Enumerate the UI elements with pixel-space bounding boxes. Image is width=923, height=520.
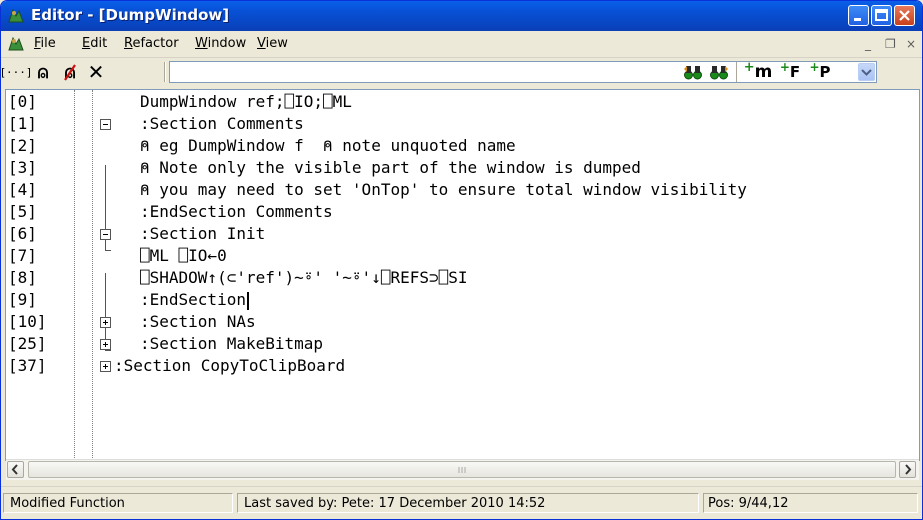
search-dropdown-button[interactable] (858, 63, 875, 81)
toolbar-separator-2 (736, 62, 738, 82)
editor-window: Editor - [DumpWindow] File Edit Refactor… (0, 0, 923, 520)
comment-button[interactable]: ⍝ (33, 61, 53, 83)
grip-icon (458, 467, 466, 473)
window-title: Editor - [DumpWindow] (31, 6, 230, 24)
line-number: [6] (8, 224, 37, 243)
code-line: [4] ⍝ you may need to set 'OnTop' to ens… (6, 180, 911, 200)
code-editor[interactable]: [0] DumpWindow ref;⎕IO;⎕ML [1] :Section … (5, 89, 920, 461)
plus-icon: + (779, 60, 790, 74)
delete-button[interactable]: ✕ (85, 60, 107, 84)
line-number: [7] (8, 246, 37, 265)
line-number: [3] (8, 158, 37, 177)
line-number: [2] (8, 136, 37, 155)
code-line: [2] ⍝ eg DumpWindow f ⍝ note unquoted na… (6, 136, 911, 156)
scroll-thumb[interactable] (28, 461, 896, 478)
line-text: :Section Init (140, 224, 266, 243)
new-property-button[interactable]: + P (807, 60, 833, 83)
code-line: [5] :EndSection Comments (6, 202, 911, 222)
toolbar-separator (164, 62, 166, 82)
code-line: [25] :Section MakeBitmap (6, 334, 911, 354)
mdi-minimize-button[interactable]: _ (865, 37, 871, 51)
binoculars-next-icon (710, 66, 728, 80)
code-line: [1] :Section Comments (6, 114, 911, 134)
line-text: ⎕ML ⎕IO←0 (140, 246, 227, 265)
editor-menu-icon[interactable] (7, 35, 25, 53)
status-position: Pos: 9/44,12 (703, 493, 918, 513)
code-line: [6] :Section Init (6, 224, 911, 244)
format-button[interactable]: [···] (1, 61, 33, 83)
status-bar: Modified Function Last saved by: Pete: 1… (1, 486, 922, 519)
expand-icon[interactable] (100, 317, 111, 328)
strike-icon (64, 64, 76, 81)
chevron-right-icon (905, 464, 912, 475)
binoculars-prev-icon (684, 66, 702, 80)
expand-icon[interactable] (100, 361, 111, 372)
line-text: ⍝ eg DumpWindow f ⍝ note unquoted name (140, 136, 516, 155)
line-number: [8] (8, 268, 37, 287)
menu-bar: File Edit Refactor Window View _ ❐ × (1, 31, 922, 58)
title-bar[interactable]: Editor - [DumpWindow] (1, 1, 922, 31)
mdi-restore-button[interactable]: ❐ (885, 37, 896, 51)
line-text: :Section NAs (140, 312, 256, 331)
new-function-button[interactable]: + F (777, 60, 803, 83)
toolbar: [···] ⍝ ⍝ ✕ (1, 58, 922, 87)
maximize-button[interactable] (871, 5, 892, 26)
line-text: ⍝ you may need to set 'OnTop' to ensure … (140, 180, 747, 199)
new-method-button[interactable]: + m (743, 59, 773, 83)
menu-window[interactable]: Window (195, 36, 246, 51)
code-line: [37] :Section CopyToClipBoard (6, 356, 911, 376)
scroll-left-button[interactable] (7, 461, 24, 478)
menu-file[interactable]: File (34, 36, 56, 51)
line-number: [1] (8, 114, 37, 133)
plus-icon: + (809, 60, 820, 74)
menu-view[interactable]: View (257, 36, 288, 51)
menu-edit[interactable]: Edit (82, 36, 107, 51)
line-number: [10] (8, 312, 47, 331)
line-number: [37] (8, 356, 47, 375)
line-text: :Section Comments (140, 114, 304, 133)
code-line: [0] DumpWindow ref;⎕IO;⎕ML (6, 92, 911, 112)
expand-icon[interactable] (100, 339, 111, 350)
line-number: [4] (8, 180, 37, 199)
status-state: Modified Function (3, 493, 233, 513)
chevron-left-icon (11, 464, 18, 475)
scroll-right-button[interactable] (899, 461, 916, 478)
close-button[interactable] (894, 5, 915, 26)
code-line: [9] :EndSection (6, 290, 911, 310)
line-text: :EndSection Comments (140, 202, 333, 221)
line-text: DumpWindow ref;⎕IO;⎕ML (140, 92, 352, 111)
code-line: [10] :Section NAs (6, 312, 911, 332)
code-line: [8] ⎕SHADOW↑(⊂'ref')~⍤' '~⍤'↓⎕REFS⊃⎕SI (6, 268, 911, 288)
line-text: :Section CopyToClipBoard (114, 356, 346, 375)
mdi-close-button[interactable]: × (906, 37, 916, 51)
line-number: [0] (8, 92, 37, 111)
line-text: ⎕SHADOW↑(⊂'ref')~⍤' '~⍤'↓⎕REFS⊃⎕SI (140, 268, 468, 287)
close-icon (899, 10, 910, 21)
code-line: [7] ⎕ML ⎕IO←0 (6, 246, 911, 266)
line-text: :EndSection (140, 290, 249, 310)
collapse-icon[interactable] (100, 119, 111, 130)
menu-refactor[interactable]: Refactor (124, 36, 179, 51)
chevron-down-icon (861, 69, 872, 76)
minimize-icon (854, 18, 861, 21)
code-line: [3] ⍝ Note only the visible part of the … (6, 158, 911, 178)
minimize-button[interactable] (848, 5, 869, 26)
collapse-icon[interactable] (100, 229, 111, 240)
text-caret (246, 291, 249, 310)
line-text: ⍝ Note only the visible part of the wind… (140, 158, 641, 177)
line-number: [9] (8, 290, 37, 309)
find-next-button[interactable] (708, 61, 730, 83)
editor-app-icon[interactable] (7, 7, 25, 25)
uncomment-button[interactable]: ⍝ (59, 61, 81, 83)
status-saved: Last saved by: Pete: 17 December 2010 14… (237, 493, 699, 513)
find-previous-button[interactable] (682, 61, 704, 83)
line-text: :Section MakeBitmap (140, 334, 324, 353)
line-number: [5] (8, 202, 37, 221)
line-number: [25] (8, 334, 47, 353)
maximize-icon (875, 9, 888, 21)
plus-icon: + (743, 59, 755, 75)
horizontal-scrollbar[interactable] (6, 459, 919, 480)
